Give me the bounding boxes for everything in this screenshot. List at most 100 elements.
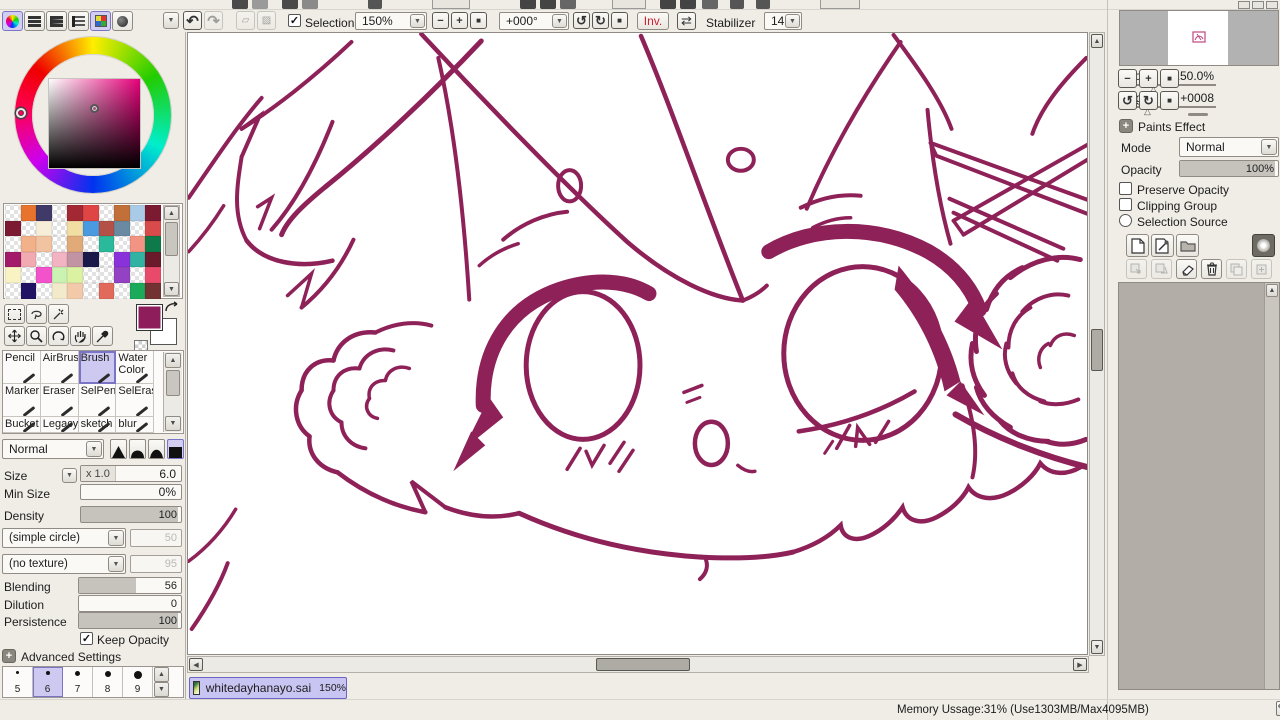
mixer-slider-panel-button[interactable] — [68, 11, 89, 31]
layer-mode-arrow[interactable]: ▼ — [1261, 139, 1277, 155]
zoom-out-button[interactable]: − — [432, 12, 449, 29]
swatch[interactable] — [67, 220, 83, 237]
swatch[interactable] — [129, 267, 146, 283]
layer-mask-button[interactable] — [1252, 234, 1275, 257]
swatch[interactable] — [20, 220, 37, 237]
zoom-in-button[interactable]: + — [451, 12, 468, 29]
swatch[interactable] — [129, 251, 146, 268]
tool-scroll-thumb[interactable] — [166, 370, 180, 396]
new-linework-layer-button[interactable] — [1151, 234, 1174, 257]
swatch[interactable] — [51, 236, 68, 252]
tool-blur[interactable]: blur — [116, 417, 155, 433]
swatch[interactable] — [5, 220, 21, 237]
tool-legacy[interactable]: Legacy — [40, 417, 79, 433]
swatch[interactable] — [20, 267, 37, 283]
swatch[interactable] — [114, 251, 130, 268]
selection-source-radio[interactable] — [1119, 214, 1132, 227]
brush-shape-spike[interactable] — [110, 439, 127, 459]
layer-mode-select[interactable]: Normal ▼ — [1179, 137, 1279, 157]
swatch-scroll-thumb[interactable] — [165, 222, 178, 256]
swatch[interactable] — [82, 267, 99, 283]
swatch[interactable] — [98, 236, 115, 252]
swatch[interactable] — [145, 251, 161, 268]
brush-shape-flat[interactable] — [167, 439, 184, 459]
swatch[interactable] — [82, 236, 99, 252]
color-wheel-panel-button[interactable] — [2, 11, 23, 31]
reselect-button[interactable]: ▨ — [257, 11, 276, 30]
clipping-group-checkbox[interactable] — [1119, 198, 1132, 211]
canvas-view[interactable] — [187, 32, 1088, 655]
magic-wand-tool[interactable] — [48, 304, 69, 324]
invert-button[interactable]: Inv. — [637, 12, 669, 30]
swatch[interactable] — [82, 220, 99, 237]
angle-select[interactable]: +000° ▼ — [499, 12, 569, 30]
swatch[interactable] — [129, 220, 146, 237]
swatch[interactable] — [82, 205, 99, 221]
brush-shape-select[interactable]: (simple circle) ▼ — [2, 528, 126, 548]
panel-divider-handle[interactable] — [1188, 113, 1208, 116]
swatch[interactable] — [67, 251, 83, 268]
swatch[interactable] — [145, 220, 161, 237]
document-tab[interactable]: whitedayhanayo.sai 150% — [189, 677, 347, 699]
swatch-scrollbar[interactable]: ▲ ▼ — [163, 205, 180, 297]
tool-scrollbar[interactable]: ▲ ▼ — [163, 352, 182, 432]
zoom-reset-button[interactable]: ■ — [470, 12, 487, 29]
tool-seleras[interactable]: SelEras — [116, 384, 155, 417]
nav-rotate-cw[interactable]: ↻ — [1139, 91, 1158, 110]
tool-sketch[interactable]: sketch — [78, 417, 117, 433]
swatch[interactable] — [51, 251, 68, 268]
redo-button[interactable]: ↷ — [204, 11, 223, 30]
brush-size-preset-9[interactable]: 9 — [123, 667, 153, 697]
tool-water-color[interactable]: Water Color — [116, 351, 155, 384]
nav-zoom-in[interactable]: + — [1139, 69, 1158, 88]
swatch-scroll-down[interactable]: ▼ — [164, 282, 179, 296]
swatch[interactable] — [129, 236, 146, 252]
swatch[interactable] — [129, 282, 146, 299]
brush-shape-select-arrow[interactable]: ▼ — [108, 530, 124, 546]
nav-rotate-ccw[interactable]: ↺ — [1118, 91, 1137, 110]
paste-layer-button[interactable] — [1251, 259, 1272, 279]
zoom-select-arrow[interactable]: ▼ — [410, 14, 425, 28]
swatch[interactable] — [98, 267, 115, 283]
advanced-settings-toggle[interactable]: + — [2, 649, 16, 663]
layers-scroll-up[interactable]: ▲ — [1266, 284, 1278, 297]
swatch[interactable] — [36, 282, 52, 299]
swatch[interactable] — [145, 282, 161, 299]
swatch[interactable] — [67, 205, 83, 221]
stabilizer-select-arrow[interactable]: ▼ — [785, 14, 800, 28]
clear-layer-button[interactable] — [1176, 259, 1197, 279]
nav-zoom-reset[interactable]: ■ — [1160, 69, 1179, 88]
selection-checkbox[interactable]: ✓ — [288, 14, 301, 27]
dilution-slider[interactable]: 0 — [78, 595, 182, 612]
density-slider[interactable]: 100 — [80, 506, 182, 523]
saturation-value-square[interactable] — [48, 78, 141, 169]
blending-slider[interactable]: 56 — [78, 577, 182, 594]
swatch[interactable] — [36, 236, 52, 252]
swatch[interactable] — [67, 267, 83, 283]
brush-texture-select[interactable]: (no texture) ▼ — [2, 554, 126, 574]
swatch[interactable] — [51, 205, 68, 221]
delete-layer-button[interactable] — [1201, 259, 1222, 279]
swatch[interactable] — [5, 267, 21, 283]
swatch-scroll-up[interactable]: ▲ — [164, 206, 179, 220]
swatch[interactable] — [20, 205, 37, 221]
tool-bucket[interactable]: Bucket — [3, 417, 41, 433]
swatch[interactable] — [67, 236, 83, 252]
swatch[interactable] — [51, 220, 68, 237]
flip-horizontal-button[interactable]: ⇄ — [677, 12, 696, 30]
layers-scrollbar[interactable]: ▲ — [1264, 283, 1279, 689]
preset-scroll-up[interactable]: ▲ — [154, 667, 169, 682]
zoom-tool[interactable] — [26, 326, 47, 346]
swatch[interactable] — [98, 220, 115, 237]
merge-down-button[interactable] — [1151, 259, 1172, 279]
tool-scroll-down[interactable]: ▼ — [165, 416, 181, 431]
rgb-slider-panel-button[interactable] — [24, 11, 45, 31]
swatch[interactable] — [5, 251, 21, 268]
sv-selector[interactable] — [90, 104, 99, 113]
keep-opacity-checkbox[interactable]: ✓ — [80, 632, 93, 645]
zoom-select[interactable]: 150% ▼ — [355, 12, 427, 30]
swatch[interactable] — [114, 205, 130, 221]
swatch[interactable] — [98, 282, 115, 299]
canvas-vscrollbar[interactable]: ▲ ▼ — [1089, 32, 1105, 656]
swatches-panel-button[interactable] — [90, 11, 111, 31]
